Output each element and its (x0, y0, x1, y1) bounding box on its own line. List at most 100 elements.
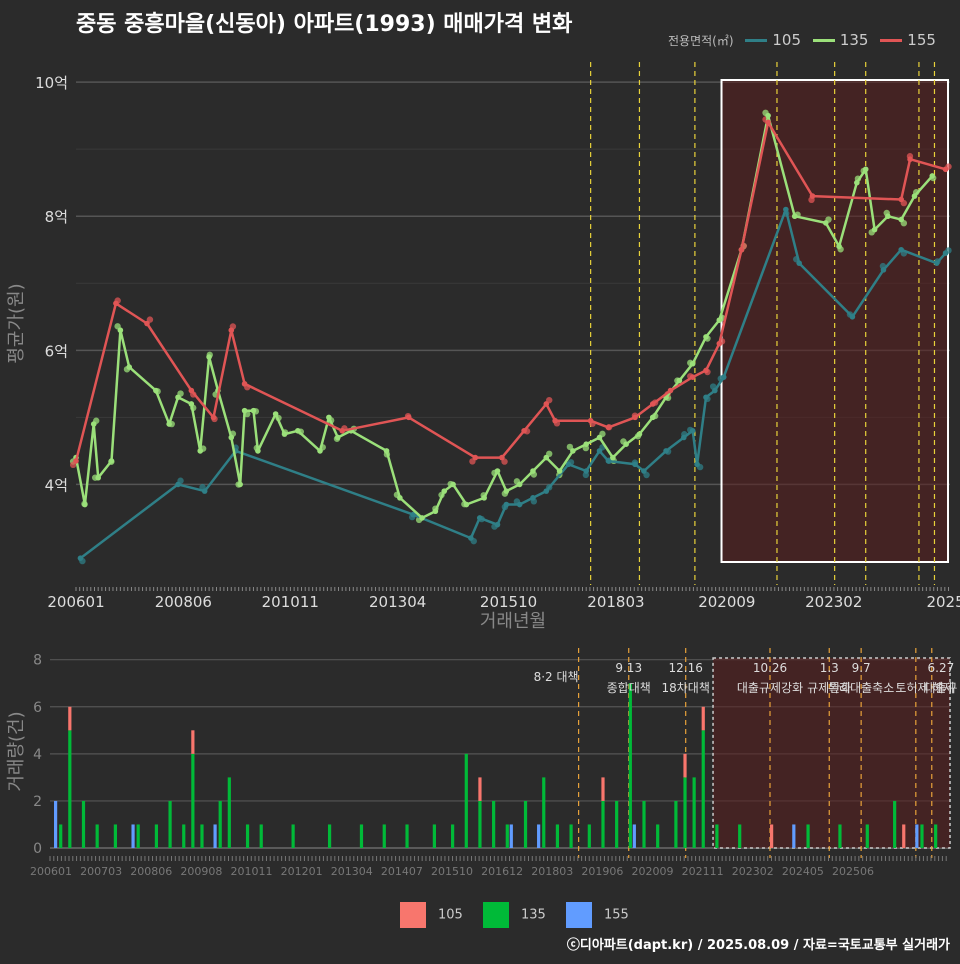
data-point-105 (596, 448, 603, 454)
volume-bar-135 (245, 824, 250, 848)
data-point-105 (849, 313, 856, 320)
legend-title: 전용면적(㎡) (668, 34, 734, 48)
volume-bar-155 (509, 824, 513, 848)
data-point-135 (295, 427, 301, 434)
volume-bar-135 (601, 800, 605, 848)
price-legend: 전용면적(㎡) 105 135 155 (668, 31, 936, 49)
data-point-105 (468, 535, 474, 541)
source-caption: ⓒ디아파트(dapt.kr) / 2025.08.09 / 자료=국토교통부 실… (566, 938, 950, 953)
volume-bar-105 (701, 706, 705, 731)
y-tick-label: 6억 (45, 342, 68, 360)
volume-bar-135 (478, 800, 482, 848)
volume-bar-155 (537, 824, 541, 848)
data-point-135 (175, 394, 181, 401)
data-point-155 (241, 381, 248, 387)
data-point-135 (676, 377, 683, 384)
volume-bar-135 (492, 800, 496, 848)
volume-bar-135 (555, 824, 560, 848)
data-point-105 (694, 461, 700, 468)
event-date-label: 9.13 (615, 661, 642, 675)
volume-bar-135 (259, 824, 263, 848)
x-tick-label: 201612 (481, 865, 523, 878)
y-tick-label: 6 (33, 700, 42, 716)
x-tick-label: 201803 (587, 593, 644, 611)
volume-bar-135 (920, 824, 924, 848)
data-point-135 (649, 414, 656, 421)
data-point-155 (552, 417, 558, 424)
data-point-155 (907, 156, 913, 163)
x-tick-label: 201304 (369, 593, 426, 611)
event-label: 대출규제강화 (737, 681, 803, 695)
data-point-135 (689, 360, 696, 367)
data-point-155 (228, 327, 235, 334)
data-point-155 (605, 424, 612, 431)
data-point-105 (898, 246, 904, 253)
x-tick-label: 201304 (331, 865, 373, 878)
y-axis-title: 평균가(원) (6, 283, 27, 363)
volume-bar-135 (683, 777, 687, 848)
data-point-105 (494, 521, 501, 528)
volume-bar-135 (806, 824, 810, 848)
volume-bar-105 (478, 777, 482, 801)
legend-label: 155 (907, 31, 936, 49)
volume-bar-155 (632, 824, 636, 848)
data-point-155 (703, 367, 709, 374)
x-tick-label: 202009 (632, 865, 674, 878)
volume-bar-135 (464, 753, 468, 848)
volume-bar-135 (615, 800, 619, 848)
volume-bar-135 (523, 800, 528, 848)
data-point-135 (716, 317, 723, 323)
data-point-155 (405, 414, 412, 421)
data-point-135 (82, 501, 88, 508)
y-tick-label: 10억 (35, 74, 68, 92)
data-point-135 (108, 458, 115, 464)
legend-label: 135 (839, 31, 869, 49)
x-tick-label: 200601 (47, 593, 104, 611)
legend-item-105: 105 (745, 31, 801, 49)
data-point-105 (530, 495, 536, 501)
data-point-155 (499, 454, 505, 461)
data-point-135 (397, 495, 403, 501)
data-point-155 (738, 246, 745, 253)
legend-label: 155 (603, 907, 629, 923)
data-point-135 (836, 243, 842, 250)
volume-bar-135 (136, 824, 140, 848)
data-point-135 (153, 387, 159, 394)
data-point-105 (476, 515, 483, 521)
data-point-105 (933, 260, 940, 266)
volume-bar-135 (569, 824, 573, 848)
volume-bar-135 (95, 824, 99, 848)
data-point-135 (228, 434, 235, 441)
data-point-105 (783, 206, 789, 213)
legend-swatch-icon (745, 39, 768, 42)
volume-bar-105 (68, 706, 72, 731)
legend-swatch-icon (880, 39, 903, 42)
chart-title: 중동 중흥마을(신동아) 아파트(1993) 매매가격 변화 (76, 12, 573, 37)
data-point-135 (583, 441, 590, 447)
data-point-155 (73, 458, 79, 464)
volume-bar-135 (382, 824, 386, 848)
data-point-105 (77, 555, 84, 561)
volume-bar-135 (865, 824, 869, 848)
data-point-155 (667, 387, 674, 394)
data-point-105 (703, 394, 709, 401)
data-point-135 (911, 193, 918, 199)
volume-bar-135 (701, 730, 705, 848)
data-point-155 (942, 166, 949, 173)
volume-bar-155 (792, 824, 796, 848)
volume-bar-135 (893, 800, 897, 848)
volume-bar-135 (934, 824, 938, 848)
legend-swatch-icon (565, 902, 592, 928)
event-label: 특례대출축소 (828, 681, 894, 695)
data-point-155 (188, 387, 195, 394)
data-point-105 (712, 387, 718, 394)
y-tick-label: 8 (33, 653, 42, 669)
event-date-label: 12.16 (669, 661, 703, 675)
x-tick-label: 202405 (782, 865, 824, 878)
volume-bar-135 (68, 730, 72, 848)
x-tick-label: 201510 (480, 593, 537, 611)
x-tick-label: 202111 (682, 865, 724, 878)
data-point-135 (126, 364, 133, 370)
data-point-155 (587, 417, 594, 424)
data-point-155 (649, 401, 656, 407)
